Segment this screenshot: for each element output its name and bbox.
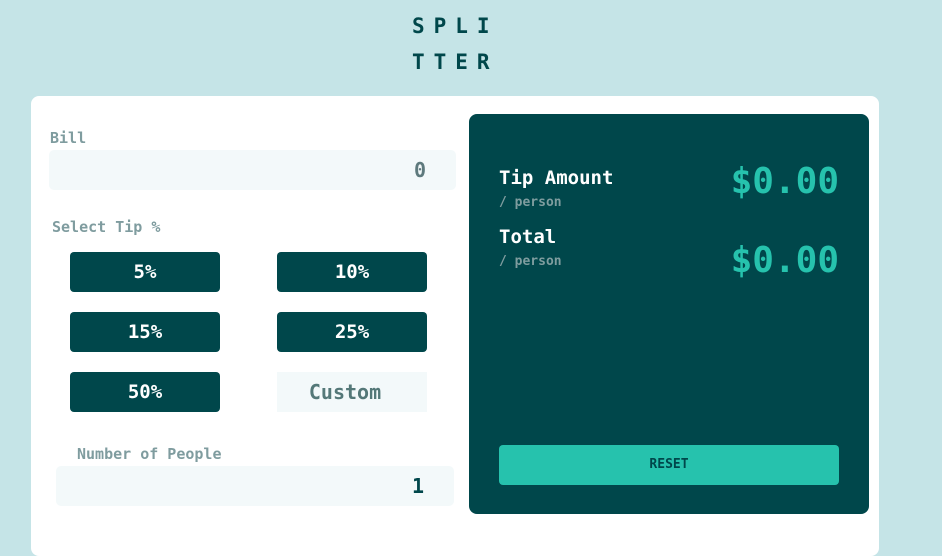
tip-amount-label: Tip Amount: [499, 167, 614, 189]
total-value: $0.00: [730, 240, 839, 281]
bill-input[interactable]: 0: [49, 150, 456, 190]
tip-amount-per-person-label: / person: [499, 195, 562, 210]
total-per-person-label: / person: [499, 254, 562, 269]
bill-label: Bill: [50, 129, 87, 147]
tip-amount-value: $0.00: [730, 161, 839, 202]
logo-line-2: TTER: [412, 50, 499, 74]
tip-button-15[interactable]: 15%: [70, 312, 220, 352]
tip-button-25[interactable]: 25%: [277, 312, 427, 352]
number-of-people-label: Number of People: [77, 445, 222, 463]
tip-button-50[interactable]: 50%: [70, 372, 220, 412]
logo-line-1: SPLI: [412, 14, 499, 38]
select-tip-label: Select Tip %: [52, 218, 161, 236]
results-panel: Tip Amount / person $0.00 Total / person…: [469, 114, 869, 514]
tip-button-10[interactable]: 10%: [277, 252, 427, 292]
reset-button[interactable]: RESET: [499, 445, 839, 485]
app-logo: SPLI TTER: [412, 8, 499, 80]
number-of-people-input[interactable]: 1: [56, 466, 454, 506]
total-label: Total: [499, 226, 557, 248]
tip-button-5[interactable]: 5%: [70, 252, 220, 292]
custom-tip-input[interactable]: Custom: [277, 372, 427, 412]
